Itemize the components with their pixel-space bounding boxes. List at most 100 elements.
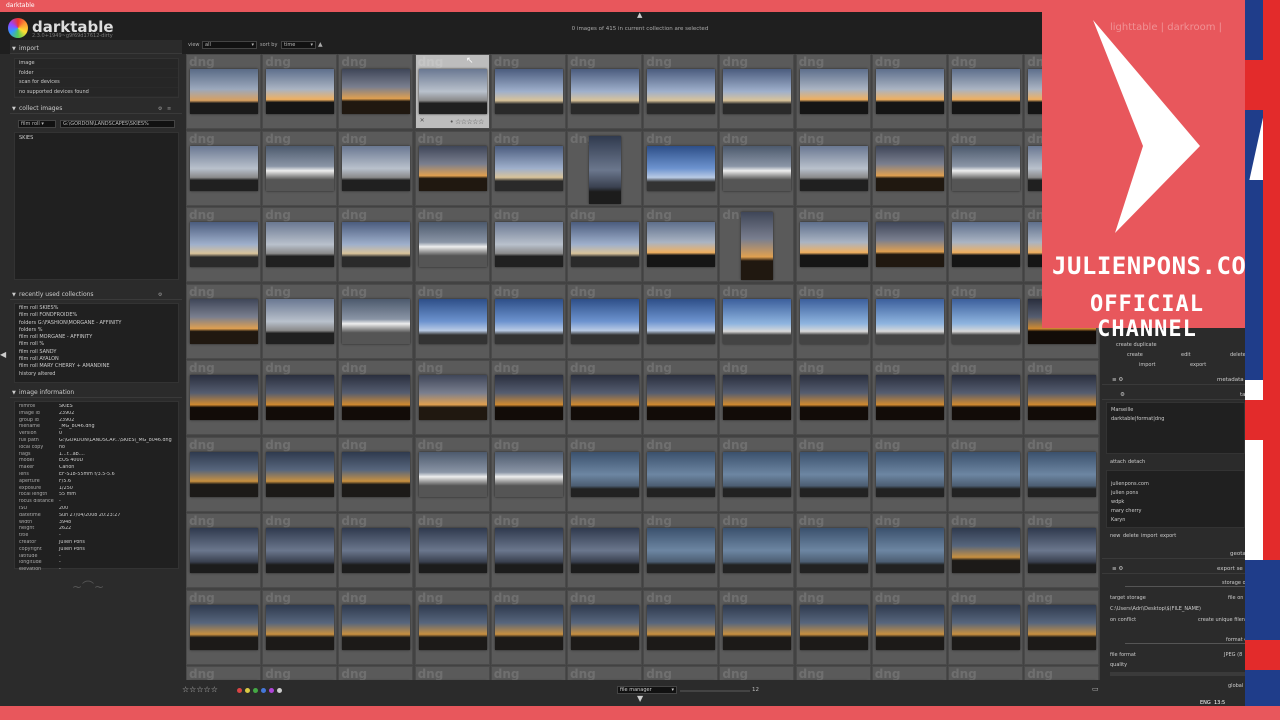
thumbnail-cell[interactable]: dng (414, 589, 490, 665)
thumbnail-image[interactable] (875, 604, 944, 650)
thumbnail-cell[interactable]: dng (414, 130, 490, 206)
thumbnail-image[interactable] (190, 145, 258, 191)
thumbnail-cell[interactable]: dng (795, 283, 871, 359)
thumbnail-cell[interactable]: dng (567, 436, 642, 512)
dictionary-tag[interactable]: julienpons.com (1111, 481, 1149, 487)
thumbnail-cell[interactable]: dng (567, 666, 642, 680)
thumbnail-cell[interactable]: dng (795, 513, 871, 588)
thumbnail-cell[interactable]: dng (567, 513, 642, 588)
thumbnail-image[interactable] (190, 69, 258, 114)
thumbnail-cell[interactable]: dng (871, 436, 947, 512)
zoom-slider[interactable] (680, 690, 750, 692)
thumbnail-cell[interactable]: dng (262, 207, 338, 282)
view-filter-select[interactable]: all ▾ (202, 41, 257, 49)
thumbnail-image[interactable] (418, 604, 487, 650)
thumbnail-cell[interactable]: dng (338, 54, 414, 129)
thumbnail-image[interactable] (1028, 451, 1097, 497)
thumbnail-cell[interactable]: dng (186, 207, 261, 282)
color-label-filter-icon[interactable] (269, 688, 274, 693)
export-path-input[interactable]: C:\Users\Adri\Desktop\$(FILE_NAME) (1110, 606, 1201, 612)
thumbnail-cell[interactable]: dng (871, 360, 947, 435)
thumbnail-cell[interactable]: dng (795, 130, 871, 206)
recent-item[interactable]: film roll SANDY (15, 349, 178, 356)
sort-order-icon[interactable]: ▲ (318, 41, 323, 48)
thumbnail-cell[interactable]: dng (719, 589, 795, 665)
thumbnail-image[interactable] (799, 528, 868, 573)
thumbnail-image[interactable] (494, 298, 563, 344)
color-label-filter-icon[interactable] (253, 688, 258, 693)
recent-item[interactable]: folders % (15, 327, 178, 334)
thumbnail-cell[interactable]: dng (871, 54, 947, 129)
thumbnail-cell[interactable]: dng (795, 360, 871, 435)
thumbnail-cell[interactable]: dng ✕ • ☆☆☆☆☆ (414, 54, 490, 129)
thumbnail-cell[interactable]: dng (338, 436, 414, 512)
file-format-select[interactable]: JPEG (8 (1224, 652, 1242, 658)
thumbnail-cell[interactable]: dng (1024, 436, 1100, 512)
thumbnail-image[interactable] (342, 222, 411, 267)
thumbnail-image[interactable] (190, 451, 258, 497)
import-button[interactable]: import (1139, 362, 1156, 368)
thumbnail-image[interactable] (875, 375, 944, 420)
thumbnail-cell[interactable]: dng (262, 436, 338, 512)
thumbnail-cell[interactable]: dng (262, 54, 338, 129)
thumbnail-image[interactable] (1028, 604, 1097, 650)
thumbnail-cell[interactable]: dng (643, 666, 719, 680)
monitor-icon[interactable]: ▭ (1092, 685, 1099, 693)
thumbnail-cell[interactable]: dng (567, 283, 642, 359)
thumbnail-image[interactable] (266, 375, 335, 420)
thumbnail-cell[interactable]: dng (795, 207, 871, 282)
thumbnail-image[interactable] (190, 604, 258, 650)
thumbnail-cell[interactable]: dng (719, 283, 795, 359)
thumbnail-image[interactable] (952, 451, 1020, 497)
thumbnail-cell[interactable]: dng (795, 589, 871, 665)
thumbnail-image[interactable] (952, 375, 1020, 420)
thumbnail-cell[interactable]: dng (948, 666, 1023, 680)
thumbnail-cell[interactable]: dng (567, 589, 642, 665)
thumbnail-cell[interactable]: dng (643, 513, 719, 588)
color-label-filter-icon[interactable] (237, 688, 242, 693)
thumbnail-cell[interactable]: dng (719, 360, 795, 435)
thumbnail-cell[interactable]: dng (490, 666, 566, 680)
thumbnail-image[interactable] (494, 375, 563, 420)
thumbnail-cell[interactable]: dng (948, 207, 1023, 282)
color-label-filter-icon[interactable] (261, 688, 266, 693)
thumbnail-cell[interactable]: dng (643, 54, 719, 129)
thumbnail-cell[interactable]: dng (490, 513, 566, 588)
thumbnail-cell[interactable]: dng (643, 360, 719, 435)
thumbnail-cell[interactable]: dng (795, 666, 871, 680)
attached-tag[interactable]: darktable|format|dng (1111, 416, 1164, 422)
thumbnail-image[interactable] (799, 451, 868, 497)
thumbnail-image[interactable] (494, 145, 563, 191)
thumbnail-image[interactable] (494, 451, 563, 497)
thumbnail-cell[interactable]: dng (414, 360, 490, 435)
dictionary-tag[interactable]: mary cherry (1111, 508, 1142, 514)
thumbnail-cell[interactable]: dng (719, 436, 795, 512)
thumbnail-cell[interactable]: dng (1024, 513, 1100, 588)
thumbnail-image[interactable] (494, 528, 563, 573)
metadata-section-header[interactable]: ≡ ⚙ metadata (1102, 375, 1245, 385)
thumbnail-image[interactable] (799, 298, 868, 344)
thumbnail-cell[interactable]: dng (795, 54, 871, 129)
import-image-button[interactable]: image (15, 59, 178, 69)
thumbnail-image[interactable] (571, 69, 639, 114)
zoom-value[interactable]: 12 (752, 687, 759, 693)
thumbnail-cell[interactable]: dng (1024, 589, 1100, 665)
dictionary-tag[interactable]: Karyn (1111, 517, 1125, 523)
attached-tag[interactable]: Marseille (1111, 407, 1133, 413)
thumbnail-cell[interactable]: dng (186, 666, 261, 680)
thumbnail-cell[interactable]: dng (186, 513, 261, 588)
thumbnail-image[interactable] (342, 145, 411, 191)
thumbnail-cell[interactable]: dng (948, 436, 1023, 512)
thumbnail-cell[interactable]: dng (1024, 360, 1100, 435)
dictionary-tag[interactable]: julien pons (1111, 490, 1138, 496)
thumbnail-image[interactable] (741, 212, 774, 280)
thumbnail-image[interactable] (418, 451, 487, 497)
thumbnail-image[interactable] (952, 145, 1020, 191)
thumbnail-image[interactable] (571, 222, 639, 267)
thumbnail-cell[interactable]: dng (871, 130, 947, 206)
thumbnail-cell[interactable]: dng (490, 130, 566, 206)
thumbnail-image[interactable] (571, 298, 639, 344)
thumbnail-image[interactable] (418, 375, 487, 420)
thumbnail-image[interactable] (571, 604, 639, 650)
scan-devices-button[interactable]: scan for devices (15, 78, 178, 88)
